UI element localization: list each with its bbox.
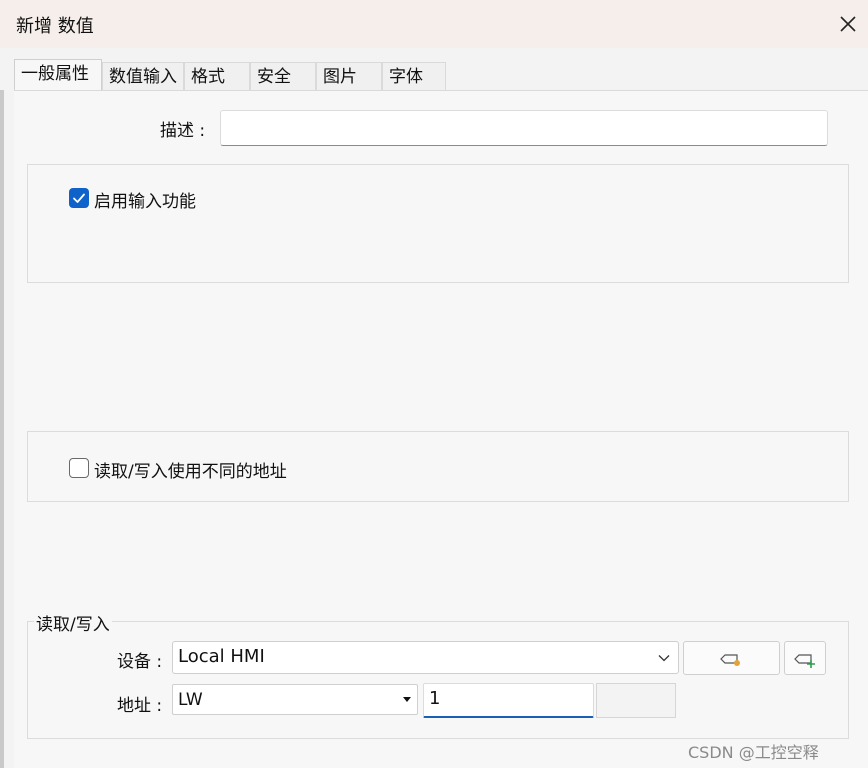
- tab-label: 数值输入: [109, 67, 177, 87]
- address-label: 地址 :: [117, 696, 163, 716]
- tab-label: 字体: [389, 67, 423, 87]
- enable-input-group: [27, 164, 849, 283]
- checkmark-icon: [73, 193, 85, 203]
- tab-label: 格式: [191, 67, 225, 87]
- address-type-select[interactable]: [172, 684, 418, 715]
- tab-security[interactable]: 安全: [250, 62, 316, 90]
- device-label: 设备 :: [117, 652, 163, 672]
- tab-font[interactable]: 字体: [382, 62, 446, 90]
- chevron-down-icon[interactable]: [657, 650, 671, 664]
- read-write-group: [27, 621, 849, 739]
- tab-label: 安全: [257, 67, 291, 87]
- window-title: 新增 数值: [16, 16, 94, 37]
- tab-picture[interactable]: 图片: [316, 62, 382, 90]
- tab-label: 一般属性: [21, 64, 89, 84]
- description-input[interactable]: [220, 110, 828, 146]
- address-input-value: 1: [429, 688, 441, 709]
- description-label: 描述 :: [160, 121, 206, 141]
- add-tag-icon: [794, 654, 815, 668]
- close-icon[interactable]: [834, 10, 862, 38]
- different-address-label[interactable]: 读取/写入使用不同的地址: [94, 457, 287, 482]
- title-bar: [0, 0, 868, 48]
- address-extra-field: [596, 683, 676, 718]
- enable-input-checkbox[interactable]: [69, 188, 89, 208]
- add-tag-button[interactable]: [784, 641, 826, 675]
- device-value: Local HMI: [178, 646, 265, 667]
- tab-general[interactable]: 一般属性: [14, 59, 102, 90]
- watermark: CSDN @工控空释: [688, 743, 819, 762]
- dropdown-arrow-icon[interactable]: [403, 697, 411, 702]
- read-write-group-title: 读取/写入: [34, 610, 112, 635]
- address-type-value: LW: [178, 690, 203, 710]
- tab-numeric-input[interactable]: 数值输入: [102, 62, 184, 90]
- tab-format[interactable]: 格式: [184, 62, 250, 90]
- background-window-edge: [0, 90, 4, 768]
- enable-input-label[interactable]: 启用输入功能: [94, 187, 196, 212]
- tag-icon: [720, 654, 740, 666]
- different-address-checkbox[interactable]: [69, 458, 89, 478]
- tab-label: 图片: [323, 67, 357, 87]
- device-settings-button[interactable]: [683, 641, 780, 675]
- address-input[interactable]: [423, 683, 594, 718]
